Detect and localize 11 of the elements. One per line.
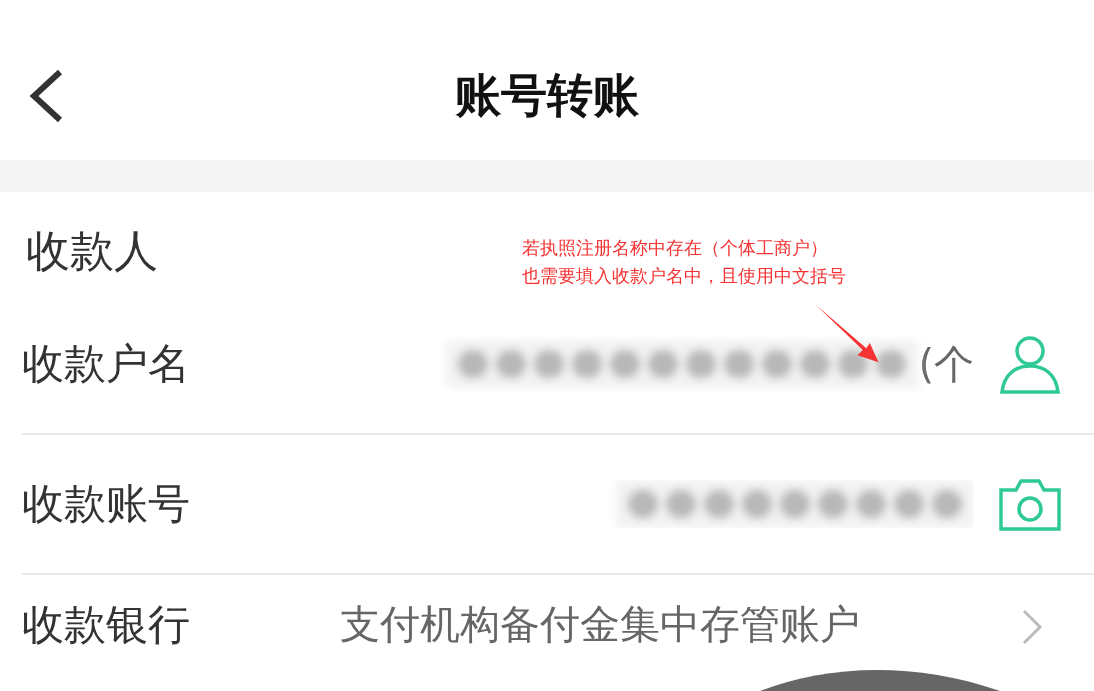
field-label: 收款账号	[22, 478, 191, 530]
chevron-right-icon[interactable]	[1020, 607, 1044, 647]
field-label: 收款银行	[22, 599, 191, 651]
camera-icon[interactable]	[998, 476, 1062, 532]
section-title: 收款人	[25, 224, 158, 278]
field-value: (个	[918, 339, 974, 389]
annotation-text: 也需要填入收款户名中，且使用中文括号	[522, 264, 846, 288]
page-title: 账号转账	[455, 67, 639, 124]
field-label: 收款户名	[22, 338, 191, 390]
annotation-text: 若执照注册名称中存在（个体工商户）	[522, 236, 829, 260]
field-value: 支付机构备付金集中存管账户	[340, 600, 860, 649]
